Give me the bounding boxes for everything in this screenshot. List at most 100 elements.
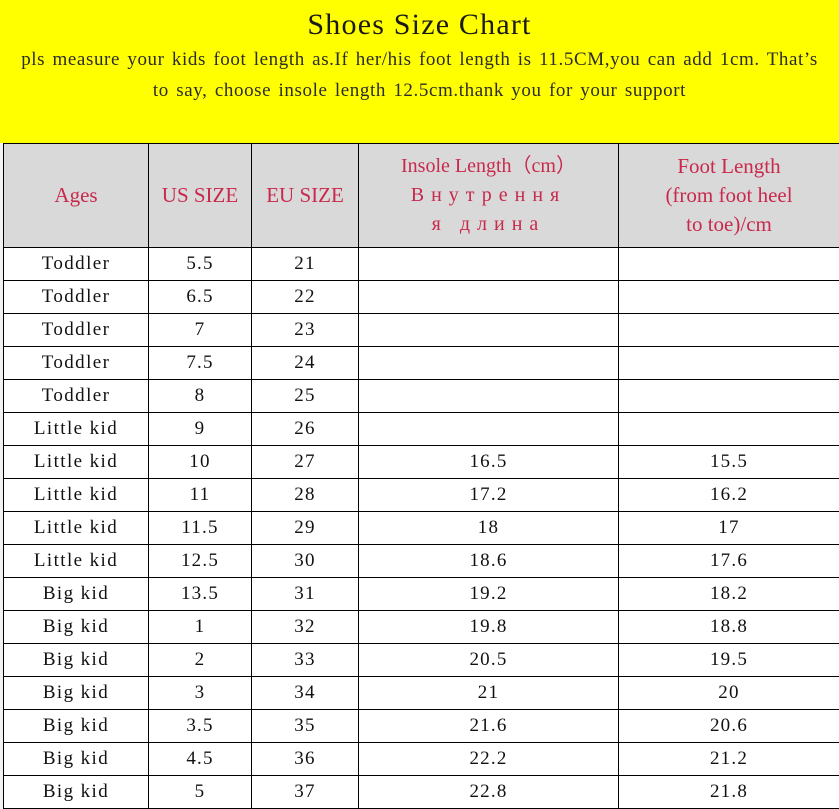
foot-header-line-1: Foot Length xyxy=(619,152,839,181)
cell-insole-length: 19.2 xyxy=(359,578,619,611)
size-table-head: Ages US SIZE EU SIZE Insole Length（cm） В… xyxy=(4,144,839,248)
column-header-foot-length: Foot Length (from foot heel to toe)/cm xyxy=(619,144,839,248)
cell-foot-length: 15.5 xyxy=(619,446,839,479)
measurement-note-line-3: support xyxy=(625,80,686,101)
cell-ages: Big kid xyxy=(4,677,149,710)
cell-ages: Toddler xyxy=(4,248,149,281)
cell-eu-size: 33 xyxy=(252,644,359,677)
cell-us-size: 9 xyxy=(149,413,252,446)
cell-eu-size: 23 xyxy=(252,314,359,347)
table-row: Little kid112817.216.2 xyxy=(4,479,839,512)
table-row: Big kid3342120 xyxy=(4,677,839,710)
cell-ages: Big kid xyxy=(4,611,149,644)
foot-header-line-2: (from foot heel xyxy=(619,181,839,210)
cell-insole-length: 18.6 xyxy=(359,545,619,578)
column-header-ages: Ages xyxy=(4,144,149,248)
measurement-note: pls measure your kids foot length as.If … xyxy=(8,44,831,106)
cell-foot-length xyxy=(619,347,839,380)
cell-foot-length: 21.2 xyxy=(619,743,839,776)
cell-eu-size: 29 xyxy=(252,512,359,545)
cell-foot-length xyxy=(619,248,839,281)
cell-eu-size: 31 xyxy=(252,578,359,611)
cell-foot-length: 17.6 xyxy=(619,545,839,578)
cell-foot-length: 16.2 xyxy=(619,479,839,512)
cell-insole-length: 17.2 xyxy=(359,479,619,512)
cell-eu-size: 37 xyxy=(252,776,359,809)
size-table: Ages US SIZE EU SIZE Insole Length（cm） В… xyxy=(3,143,839,809)
cell-foot-length: 19.5 xyxy=(619,644,839,677)
cell-eu-size: 22 xyxy=(252,281,359,314)
cell-foot-length: 20.6 xyxy=(619,710,839,743)
cell-us-size: 7.5 xyxy=(149,347,252,380)
cell-eu-size: 32 xyxy=(252,611,359,644)
table-row: Big kid53722.821.8 xyxy=(4,776,839,809)
cell-us-size: 11 xyxy=(149,479,252,512)
cell-us-size: 2 xyxy=(149,644,252,677)
cell-ages: Little kid xyxy=(4,545,149,578)
cell-ages: Little kid xyxy=(4,413,149,446)
cell-ages: Big kid xyxy=(4,710,149,743)
cell-insole-length: 22.2 xyxy=(359,743,619,776)
table-header-row: Ages US SIZE EU SIZE Insole Length（cm） В… xyxy=(4,144,839,248)
cell-foot-length: 17 xyxy=(619,512,839,545)
cell-insole-length xyxy=(359,347,619,380)
column-header-eu-size: EU SIZE xyxy=(252,144,359,248)
table-row: Big kid23320.519.5 xyxy=(4,644,839,677)
cell-us-size: 6.5 xyxy=(149,281,252,314)
cell-foot-length: 18.8 xyxy=(619,611,839,644)
cell-ages: Little kid xyxy=(4,446,149,479)
page-title: Shoes Size Chart xyxy=(8,6,831,44)
cell-foot-length xyxy=(619,314,839,347)
cell-ages: Toddler xyxy=(4,380,149,413)
cell-eu-size: 30 xyxy=(252,545,359,578)
cell-insole-length: 22.8 xyxy=(359,776,619,809)
cell-us-size: 11.5 xyxy=(149,512,252,545)
cell-eu-size: 36 xyxy=(252,743,359,776)
insole-header-line-3: я длина xyxy=(359,210,618,239)
cell-foot-length xyxy=(619,413,839,446)
cell-us-size: 5.5 xyxy=(149,248,252,281)
cell-insole-length: 20.5 xyxy=(359,644,619,677)
cell-insole-length: 16.5 xyxy=(359,446,619,479)
cell-insole-length: 21 xyxy=(359,677,619,710)
cell-us-size: 3 xyxy=(149,677,252,710)
cell-us-size: 1 xyxy=(149,611,252,644)
cell-insole-length xyxy=(359,380,619,413)
insole-header-line-1: Insole Length（cm） xyxy=(359,152,618,181)
cell-ages: Big kid xyxy=(4,743,149,776)
cell-insole-length: 18 xyxy=(359,512,619,545)
header-banner: Shoes Size Chart pls measure your kids f… xyxy=(0,0,839,143)
cell-us-size: 10 xyxy=(149,446,252,479)
cell-foot-length: 18.2 xyxy=(619,578,839,611)
cell-foot-length xyxy=(619,380,839,413)
cell-us-size: 8 xyxy=(149,380,252,413)
column-header-insole-length: Insole Length（cm） Внутрення я длина xyxy=(359,144,619,248)
cell-ages: Toddler xyxy=(4,281,149,314)
size-table-body: Toddler5.521Toddler6.522Toddler723Toddle… xyxy=(4,248,839,809)
cell-eu-size: 34 xyxy=(252,677,359,710)
cell-us-size: 4.5 xyxy=(149,743,252,776)
size-table-container: Ages US SIZE EU SIZE Insole Length（cm） В… xyxy=(0,143,839,809)
insole-header-line-2: Внутрення xyxy=(359,181,618,210)
table-row: Toddler6.522 xyxy=(4,281,839,314)
cell-eu-size: 27 xyxy=(252,446,359,479)
table-row: Little kid926 xyxy=(4,413,839,446)
cell-us-size: 7 xyxy=(149,314,252,347)
cell-eu-size: 26 xyxy=(252,413,359,446)
cell-ages: Toddler xyxy=(4,314,149,347)
cell-us-size: 3.5 xyxy=(149,710,252,743)
cell-ages: Big kid xyxy=(4,578,149,611)
column-header-us-size: US SIZE xyxy=(149,144,252,248)
cell-ages: Big kid xyxy=(4,644,149,677)
cell-ages: Toddler xyxy=(4,347,149,380)
table-row: Toddler5.521 xyxy=(4,248,839,281)
cell-ages: Little kid xyxy=(4,512,149,545)
cell-insole-length xyxy=(359,281,619,314)
table-row: Big kid13.53119.218.2 xyxy=(4,578,839,611)
table-row: Little kid102716.515.5 xyxy=(4,446,839,479)
cell-insole-length: 21.6 xyxy=(359,710,619,743)
cell-insole-length xyxy=(359,413,619,446)
table-row: Big kid3.53521.620.6 xyxy=(4,710,839,743)
cell-us-size: 12.5 xyxy=(149,545,252,578)
cell-us-size: 13.5 xyxy=(149,578,252,611)
